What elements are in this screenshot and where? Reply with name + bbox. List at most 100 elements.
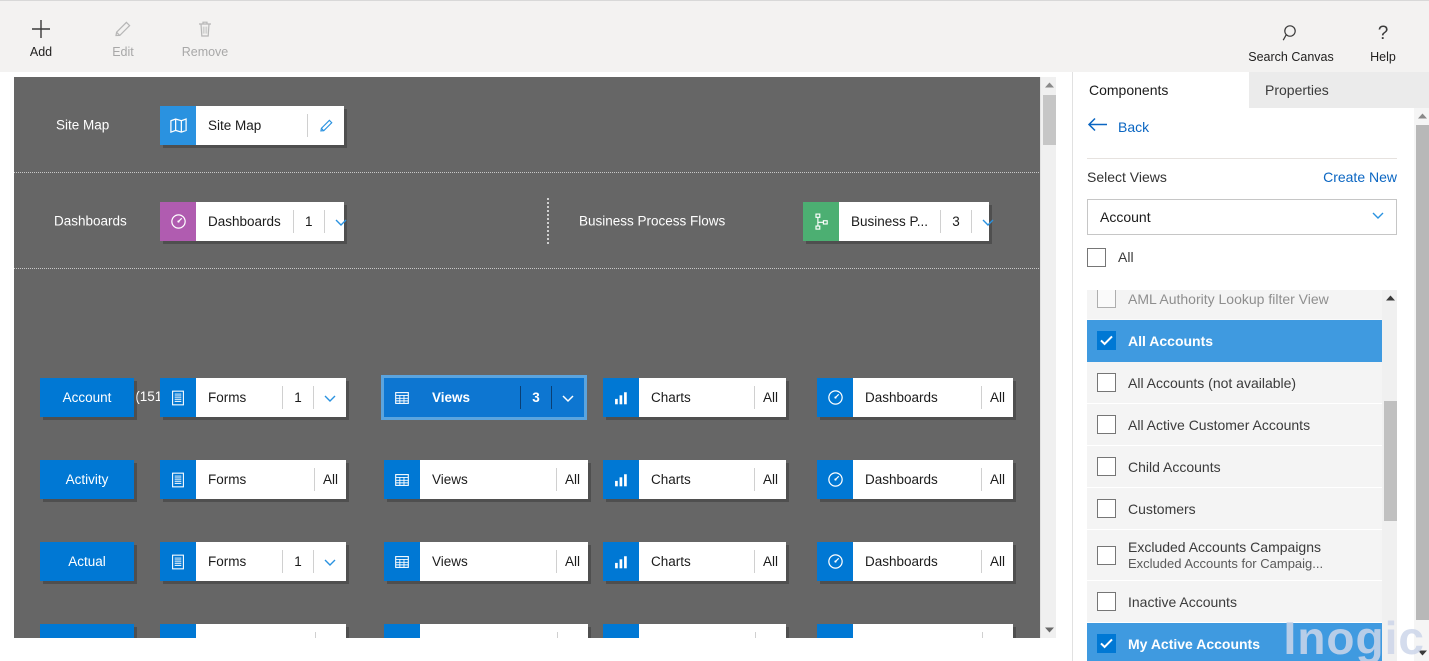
scroll-down-arrow-icon[interactable] bbox=[1041, 622, 1057, 638]
select-all-checkbox[interactable] bbox=[1087, 247, 1106, 267]
chevron-down-icon[interactable] bbox=[972, 202, 1004, 241]
tile-label: Forms bbox=[208, 390, 247, 405]
tile-actual-views[interactable]: Views All bbox=[384, 542, 588, 581]
arrow-left-icon bbox=[1087, 117, 1108, 137]
tile-activity-charts[interactable]: Charts All bbox=[603, 460, 786, 499]
back-button[interactable]: Back bbox=[1087, 117, 1149, 137]
business-process-flows-tile[interactable]: Business P... 3 bbox=[803, 202, 994, 241]
view-checkbox[interactable] bbox=[1097, 415, 1116, 434]
view-checkbox[interactable] bbox=[1097, 499, 1116, 518]
panel-scroll-thumb[interactable] bbox=[1416, 125, 1429, 620]
canvas-vertical-scrollbar[interactable] bbox=[1040, 77, 1056, 638]
tile-label: Dashboards bbox=[865, 472, 938, 487]
scroll-up-arrow-icon[interactable] bbox=[1414, 108, 1429, 124]
tile-activity-dashboards[interactable]: Dashboards All bbox=[817, 460, 1013, 499]
tile-activity-views[interactable]: Views All bbox=[384, 460, 588, 499]
tile-count: 1 bbox=[294, 390, 302, 405]
view-label: Customers bbox=[1128, 500, 1196, 517]
entity-pill-actual[interactable]: Actual bbox=[40, 542, 134, 581]
tile-actual-forms[interactable]: Forms 1 bbox=[160, 542, 346, 581]
tab-components[interactable]: Components bbox=[1073, 72, 1249, 108]
list-item[interactable]: Excluded Accounts Campaigns Excluded Acc… bbox=[1087, 530, 1382, 581]
list-item[interactable]: All Active Customer Accounts bbox=[1087, 404, 1382, 446]
panel-vertical-scrollbar[interactable] bbox=[1414, 108, 1429, 661]
tile-partial-views[interactable] bbox=[384, 624, 588, 638]
create-new-link[interactable]: Create New bbox=[1323, 169, 1397, 185]
list-item[interactable]: All Accounts (not available) bbox=[1087, 362, 1382, 404]
sitemap-tile-name: Site Map bbox=[208, 118, 262, 133]
view-checkbox[interactable] bbox=[1097, 331, 1116, 350]
add-button[interactable]: Add bbox=[0, 17, 82, 59]
plus-icon bbox=[30, 17, 52, 41]
view-checkbox[interactable] bbox=[1097, 545, 1116, 565]
tile-count bbox=[316, 624, 346, 638]
tile-actual-dashboards[interactable]: Dashboards All bbox=[817, 542, 1013, 581]
tile-partial-charts[interactable] bbox=[603, 624, 786, 638]
inogic-watermark: Inogic bbox=[1283, 612, 1425, 661]
tile-account-charts[interactable]: Charts All bbox=[603, 378, 786, 417]
list-item[interactable]: Customers bbox=[1087, 488, 1382, 530]
entity-pill-account[interactable]: Account bbox=[40, 378, 134, 417]
tile-actual-charts[interactable]: Charts All bbox=[603, 542, 786, 581]
tile-count: All bbox=[989, 554, 1005, 569]
sitemap-edit-pencil-icon[interactable] bbox=[308, 106, 344, 145]
remove-button[interactable]: Remove bbox=[164, 17, 246, 59]
tile-count: 1 bbox=[294, 554, 302, 569]
search-canvas-button[interactable]: Search Canvas bbox=[1248, 21, 1334, 64]
tile-account-forms[interactable]: Forms 1 bbox=[160, 378, 346, 417]
tile-count bbox=[983, 624, 1013, 638]
tile-partial-forms[interactable] bbox=[160, 624, 346, 638]
panel-tab-strip: Components Properties bbox=[1073, 72, 1429, 108]
entity-pill-activity[interactable]: Activity bbox=[40, 460, 134, 499]
tile-label bbox=[420, 624, 557, 638]
charts-bar-icon bbox=[603, 542, 639, 581]
components-properties-panel: Components Properties Back Select Views … bbox=[1072, 72, 1429, 661]
view-checkbox[interactable] bbox=[1097, 634, 1116, 653]
dashboards-tile[interactable]: Dashboards 1 bbox=[160, 202, 347, 241]
search-canvas-label: Search Canvas bbox=[1248, 50, 1334, 64]
view-checkbox[interactable] bbox=[1097, 373, 1116, 392]
help-button[interactable]: ? Help bbox=[1347, 21, 1419, 64]
list-item[interactable]: AML Authority Lookup filter View bbox=[1087, 290, 1382, 320]
list-item[interactable]: Child Accounts bbox=[1087, 446, 1382, 488]
forms-icon bbox=[160, 542, 196, 581]
sitemap-tile[interactable]: Site Map bbox=[160, 106, 344, 145]
tile-account-dashboards[interactable]: Dashboards All bbox=[817, 378, 1013, 417]
band-divider bbox=[547, 198, 549, 244]
list-item-text: Inactive Accounts bbox=[1128, 594, 1237, 610]
tile-count: All bbox=[322, 472, 338, 487]
view-checkbox[interactable] bbox=[1097, 290, 1116, 308]
view-label: Excluded Accounts Campaigns bbox=[1128, 539, 1321, 555]
scroll-up-arrow-icon[interactable] bbox=[1382, 290, 1397, 306]
tile-label: Views bbox=[432, 472, 468, 487]
edit-button[interactable]: Edit bbox=[82, 17, 164, 59]
tile-activity-forms[interactable]: Forms All bbox=[160, 460, 346, 499]
tile-count: All bbox=[564, 554, 580, 569]
chevron-down-icon[interactable] bbox=[325, 202, 357, 241]
command-group-right: Search Canvas ? Help bbox=[1248, 21, 1419, 64]
list-item[interactable]: All Accounts bbox=[1087, 320, 1382, 362]
view-checkbox[interactable] bbox=[1097, 592, 1116, 611]
tab-properties[interactable]: Properties bbox=[1249, 72, 1429, 108]
select-all-checkbox-row[interactable]: All bbox=[1087, 244, 1397, 270]
entity-pill-partial[interactable] bbox=[40, 624, 134, 638]
tile-label: Charts bbox=[651, 472, 691, 487]
views-list-scroll-thumb[interactable] bbox=[1384, 401, 1397, 521]
entity-selector-value: Account bbox=[1100, 209, 1151, 225]
chevron-down-icon[interactable] bbox=[552, 378, 584, 417]
tile-account-views[interactable]: Views 3 bbox=[381, 375, 587, 420]
chevron-down-icon[interactable] bbox=[314, 542, 346, 581]
dashboards-band-label: Dashboards bbox=[54, 213, 127, 228]
dashboard-icon bbox=[817, 624, 853, 638]
view-checkbox[interactable] bbox=[1097, 457, 1116, 476]
tile-count: All bbox=[762, 390, 778, 405]
tile-partial-dashboards[interactable] bbox=[817, 624, 1013, 638]
tile-count: 3 bbox=[532, 390, 540, 405]
canvas-scroll-thumb[interactable] bbox=[1043, 95, 1056, 145]
tile-count: All bbox=[989, 390, 1005, 405]
entity-selector-dropdown[interactable]: Account bbox=[1087, 199, 1397, 235]
chevron-down-icon[interactable] bbox=[314, 378, 346, 417]
tab-properties-label: Properties bbox=[1265, 82, 1329, 98]
scroll-up-arrow-icon[interactable] bbox=[1041, 77, 1057, 93]
bpf-tile-count: 3 bbox=[952, 214, 960, 229]
